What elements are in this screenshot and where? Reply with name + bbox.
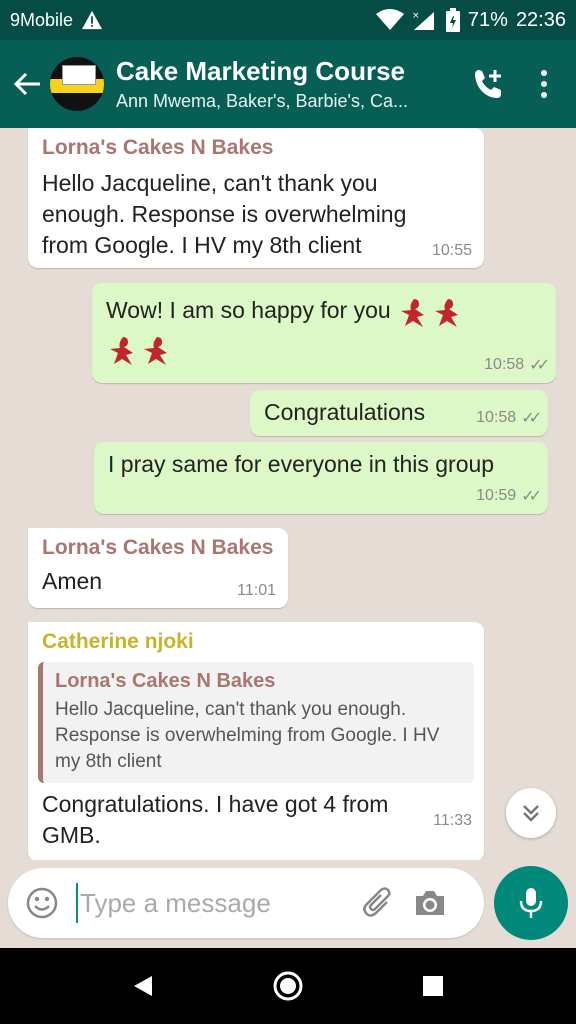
quoted-sender: Lorna's Cakes N Bakes [55, 670, 276, 692]
message-text: I pray same for everyone in this group [108, 451, 495, 477]
chat-title: Cake Marketing Course [116, 56, 405, 86]
dancer-emoji-icon [110, 337, 133, 365]
chat-participants: Ann Mwema, Baker's, Barbie's, Ca... [116, 91, 408, 111]
nav-recents-button[interactable] [403, 956, 463, 1016]
nav-recents-icon [423, 976, 444, 996]
system-navigation-bar [0, 948, 576, 1024]
message-time: 11:33 [433, 812, 472, 829]
message-input[interactable] [80, 887, 350, 919]
group-avatar[interactable] [50, 57, 104, 111]
read-receipt-icon: ✓✓ [529, 357, 550, 374]
message-time: 10:58 [476, 409, 517, 426]
dancer-emoji-icon [401, 299, 425, 327]
quoted-text: Hello Jacqueline, can't thank you enough… [55, 699, 440, 772]
message-bubble-outgoing[interactable]: Congratulations 10:58 ✓✓ [250, 390, 548, 436]
message-time: 11:01 [237, 582, 276, 599]
message-sender: Catherine njoki [42, 630, 194, 653]
dancer-emoji-icon [435, 299, 459, 327]
message-text: Wow! I am so happy for you [106, 297, 391, 324]
camera-icon [416, 891, 444, 915]
message-sender: Lorna's Cakes N Bakes [42, 536, 274, 559]
message-bubble-outgoing[interactable]: I pray same for everyone in this group 1… [94, 442, 548, 514]
message-text: Hello Jacqueline, can't thank you enough… [42, 170, 407, 258]
more-options-icon [541, 70, 547, 76]
camera-button[interactable] [408, 881, 452, 925]
chat-title-area[interactable]: Cake Marketing Course Ann Mwema, Baker's… [116, 56, 462, 112]
nav-home-button[interactable] [258, 956, 318, 1016]
scroll-down-icon [523, 805, 539, 822]
message-time: 10:55 [431, 242, 472, 259]
message-sender: Lorna's Cakes N Bakes [42, 136, 274, 159]
message-time: 10:58 [484, 356, 525, 373]
warning-icon [82, 10, 103, 30]
add-call-icon [475, 70, 501, 98]
clock: 22:36 [515, 8, 566, 31]
message-text: Congratulations. I have got 4 from GMB. [42, 791, 389, 848]
back-arrow-icon [14, 72, 40, 96]
text-cursor [76, 883, 78, 923]
back-button[interactable] [6, 62, 50, 106]
attach-icon [363, 887, 391, 917]
attach-button[interactable] [356, 881, 400, 925]
message-bubble-incoming[interactable]: Lorna's Cakes N Bakes Hello Jacqueline, … [28, 128, 484, 268]
compose-bar [8, 868, 484, 938]
carrier-name: 9Mobile [10, 9, 74, 30]
message-bubble-outgoing[interactable]: Wow! I am so happy for you 10:58 ✓✓ [92, 283, 556, 383]
nav-back-icon [133, 976, 152, 996]
dancer-emoji-icon [144, 337, 167, 365]
add-call-button[interactable] [462, 58, 514, 110]
emoji-icon [26, 887, 58, 919]
wifi-icon [375, 9, 404, 30]
more-options-button[interactable] [524, 58, 564, 110]
quoted-message[interactable]: Lorna's Cakes N Bakes Hello Jacqueline, … [38, 662, 474, 783]
emoji-button[interactable] [22, 883, 62, 923]
signal-icon: × [412, 11, 434, 30]
message-time: 10:59 [476, 487, 517, 504]
message-bubble-incoming[interactable]: Catherine njoki Lorna's Cakes N Bakes He… [28, 622, 484, 860]
status-bar: 9Mobile × 71% 22:36 [0, 0, 576, 40]
read-receipt-icon: ✓✓ [521, 410, 542, 427]
message-bubble-incoming[interactable]: Lorna's Cakes N Bakes Amen 11:01 [28, 528, 288, 608]
nav-back-button[interactable] [113, 956, 173, 1016]
nav-home-icon [273, 971, 303, 1001]
mic-icon [519, 888, 543, 918]
svg-text:×: × [412, 11, 420, 21]
scroll-to-bottom-button[interactable] [506, 788, 556, 838]
message-list[interactable]: Lorna's Cakes N Bakes Hello Jacqueline, … [0, 128, 576, 860]
read-receipt-icon: ✓✓ [521, 488, 542, 505]
chat-header: Cake Marketing Course Ann Mwema, Baker's… [0, 40, 576, 128]
voice-message-button[interactable] [494, 866, 568, 940]
battery-percent: 71% [467, 8, 508, 31]
battery-icon [445, 8, 460, 32]
